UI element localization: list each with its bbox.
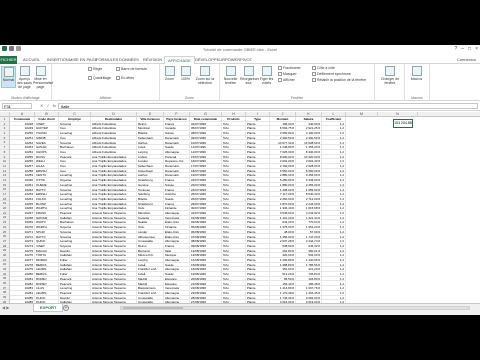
window-controls: ? – □ ×	[454, 46, 478, 52]
switch-window-icon	[385, 66, 395, 76]
group-views: Normal Aperçu des sauts de page Mise en …	[0, 64, 53, 101]
headings-checkbox[interactable]: En-têtes	[116, 76, 134, 81]
ribbon-tab-7[interactable]: AFFICHAGE	[164, 56, 195, 64]
group-macros: Macros Macros	[405, 64, 430, 101]
freeze-panes-icon	[261, 66, 272, 76]
custom-view-button[interactable]: Mise en Personnalisé page	[33, 66, 53, 89]
horizontal-scrollbar[interactable]	[120, 306, 470, 310]
ribbon: Normal Aperçu des sauts de page Mise en …	[0, 64, 480, 101]
sheet-nav-arrows-icon[interactable]: ◀ ▶	[2, 305, 9, 310]
zoom-100-icon	[180, 66, 191, 76]
cancel-icon[interactable]: ✕	[40, 103, 43, 108]
formula-bar: F31 ✕ ✓ fx Italie	[0, 102, 480, 111]
sign-in-link[interactable]: Connexion	[457, 57, 476, 62]
group-label: Zoom	[185, 96, 194, 100]
group-label: Macros	[411, 96, 423, 100]
excel-window: Tutoriel de commande OBIEE.xlsx - Excel …	[0, 45, 480, 315]
group-switch: Changer de fenêtre	[375, 64, 405, 101]
formula-icons: ✕ ✓ fx	[40, 103, 56, 108]
zoom-button[interactable]: Zoom	[162, 66, 177, 88]
ribbon-tab-1[interactable]: ACCUEIL	[20, 56, 43, 64]
help-icon[interactable]: ?	[454, 46, 457, 52]
minimize-icon[interactable]: –	[461, 46, 464, 52]
sheet-tab-export[interactable]: EXPORT	[33, 304, 64, 312]
group-show: Règle Barre de formule Quadrillage En-tê…	[52, 64, 160, 101]
macros-icon	[411, 66, 422, 76]
zoom-selection-button[interactable]: Zoom sur la sélection	[194, 66, 216, 88]
formula-bar-checkbox[interactable]: Barre de formule	[116, 67, 147, 72]
arrange-icon	[243, 66, 254, 76]
window-title: Tutoriel de commande OBIEE.xlsx - Excel	[202, 47, 278, 52]
gridlines-checkbox[interactable]: Quadrillage	[88, 76, 111, 81]
sheet-tab-bar: ◀ ▶ EXPORT +	[0, 303, 480, 315]
unhide-button[interactable]: Afficher	[278, 78, 295, 83]
selected-cell[interactable]: 103 204,88	[393, 119, 413, 128]
zoom-100-button[interactable]: 100%	[178, 66, 193, 88]
hide-button[interactable]: Masquer	[278, 72, 297, 77]
page-break-preview-button[interactable]: Aperçu des sauts de page	[17, 66, 32, 89]
enter-icon[interactable]: ✓	[46, 103, 49, 108]
function-icon[interactable]: fx	[53, 103, 56, 108]
arrange-all-button[interactable]: Réorganiser tout	[240, 66, 259, 88]
macros-button[interactable]: Macros	[409, 66, 424, 88]
freeze-panes-button[interactable]: Figer les volets	[258, 66, 275, 88]
add-sheet-icon[interactable]: +	[63, 305, 69, 311]
group-zoom: Zoom 100% Zoom sur la sélection Zoom	[160, 64, 220, 101]
new-window-button[interactable]: Nouvelle fenêtre	[222, 66, 239, 88]
magnifier-icon	[164, 66, 175, 76]
ribbon-tab-6[interactable]: RÉVISION	[140, 56, 165, 64]
sync-scroll-button[interactable]: Défilement synchrone	[312, 72, 351, 77]
reset-window-button[interactable]: Rétablir la position de la fenêtre	[312, 78, 366, 83]
group-label: Afficher	[99, 96, 112, 100]
worksheet-grid[interactable]: ABCDEFGHIJKLMN 1 2 3 4 5 6 7 8 9 10 11 12 13 14 15 16 17…	[0, 112, 480, 303]
switch-window-button[interactable]: Changer de fenêtre	[378, 66, 402, 88]
normal-view-button[interactable]: Normal	[1, 66, 16, 88]
group-label: Modes d'affichage	[11, 96, 40, 100]
group-window: Nouvelle fenêtre Réorganiser tout Figer …	[220, 64, 375, 101]
group-label: Fenêtre	[290, 96, 304, 100]
zoom-selection-icon	[200, 66, 210, 76]
ribbon-tabs: FICHIER ACCUEIL INSERTION MISE EN PAGE FORMU…	[0, 55, 480, 64]
name-box[interactable]: F31	[2, 103, 32, 109]
scroll-thumb[interactable]	[123, 307, 183, 309]
page-layout-icon	[35, 66, 46, 76]
page-break-icon	[19, 66, 30, 76]
maximize-icon[interactable]: □	[468, 46, 471, 52]
column-header[interactable]: N	[378, 112, 418, 117]
ribbon-tab-5[interactable]: DONNÉES	[116, 56, 142, 64]
ruler-checkbox[interactable]: Règle	[88, 67, 102, 72]
ribbon-tab-0[interactable]: FICHIER	[0, 56, 17, 64]
split-button[interactable]: Fractionner	[278, 66, 301, 71]
close-icon[interactable]: ×	[475, 46, 478, 52]
ribbon-tab-9[interactable]: POWERPIVOT	[222, 56, 255, 64]
title-bar: Tutoriel de commande OBIEE.xlsx - Excel …	[0, 45, 480, 55]
side-by-side-button[interactable]: Côte à côte	[312, 66, 335, 71]
normal-view-icon	[3, 67, 14, 77]
formula-input[interactable]: Italie	[58, 103, 478, 109]
column-header[interactable]: M	[346, 112, 378, 117]
row-headers: 1 2 3 4 5 6 7 8 9 10 11 12 13 14 15 16 17 18 19 20 21 22 23 24 2…	[0, 117, 10, 303]
new-window-icon	[225, 66, 236, 76]
